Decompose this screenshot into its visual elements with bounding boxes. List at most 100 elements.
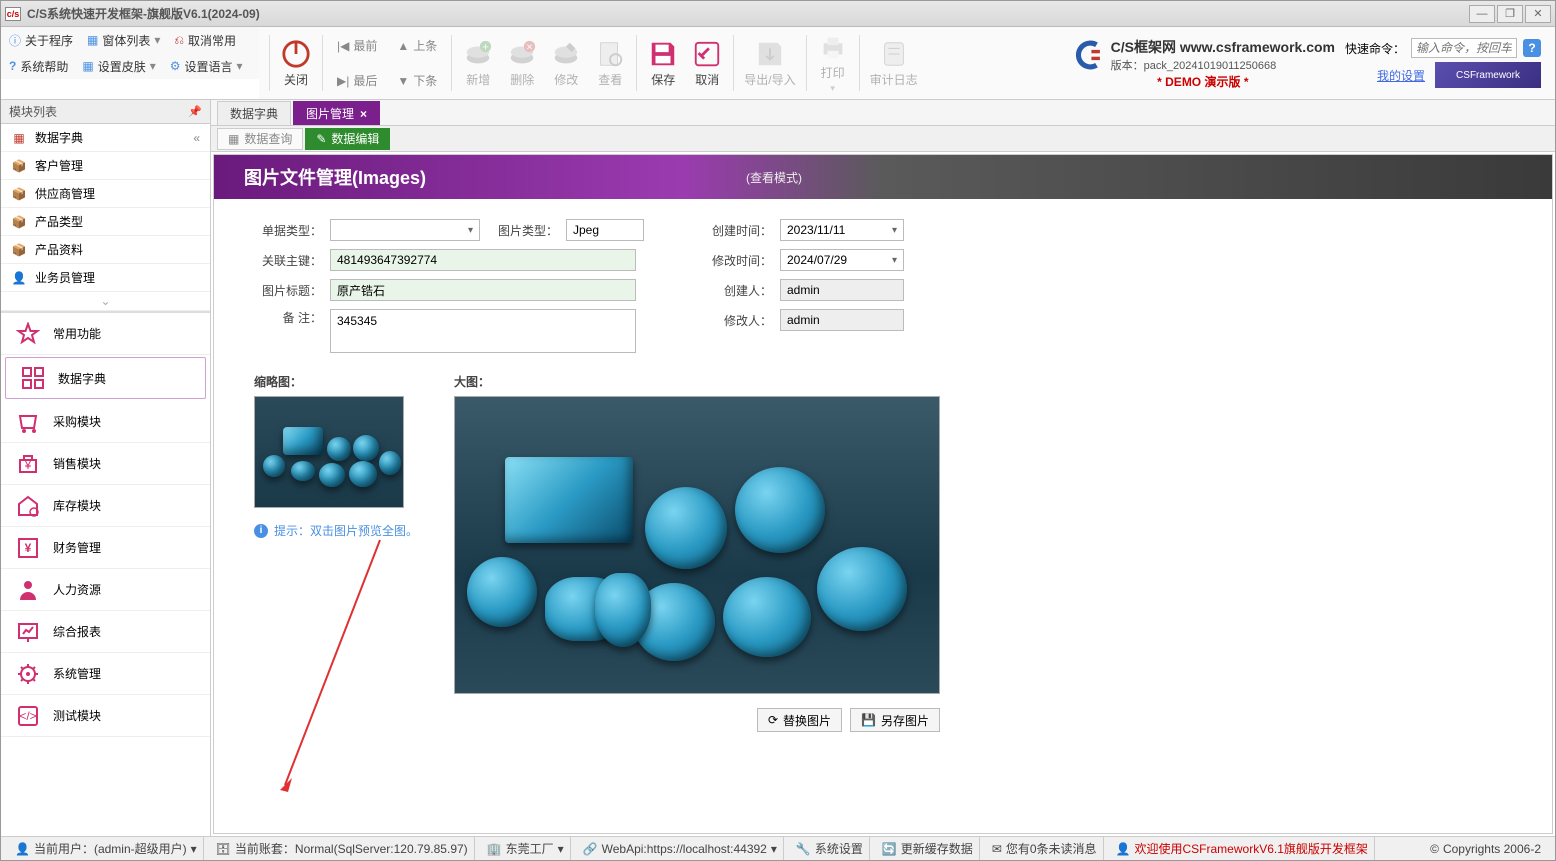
tb-prev: ▲上条 [393,35,441,56]
pin-icon[interactable]: 📌 [188,105,202,118]
sidebar-finance[interactable]: ¥财务管理 [1,527,210,569]
refresh-icon: 🔄 [882,842,897,856]
sidebar-tree-data-dict[interactable]: ▦数据字典 « [1,124,210,152]
menu-cancel-common[interactable]: ⎌取消常用 [174,32,236,49]
hint-text: i提示：双击图片预览全图。 [254,522,424,539]
minimize-button[interactable]: — [1469,5,1495,23]
sidebar-tree-product-type[interactable]: 📦产品类型 [1,208,210,236]
subtab-data-query[interactable]: ▦数据查询 [217,128,303,150]
tb-next: ▼下条 [393,70,441,91]
menu-about[interactable]: ⓘ关于程序 [9,32,73,49]
sidebar-report[interactable]: 综合报表 [1,611,210,653]
svg-text:+: + [482,41,489,53]
big-image-label: 大图： [454,373,940,390]
tb-close[interactable]: 关闭 [274,35,318,92]
status-sys-settings[interactable]: 🔧系统设置 [790,837,870,860]
sidebar-scroll-down[interactable]: ⌄ [1,292,210,311]
tb-modify: 修改 [544,35,588,92]
subtab-data-edit[interactable]: ✎数据编辑 [305,128,390,150]
sidebar-inventory[interactable]: 库存模块 [1,485,210,527]
window-title: C/S系统快速开发框架-旗舰版V6.1(2024-09) [27,5,1469,22]
brand-version: 版本：pack_20241019011250668 [1111,57,1335,73]
svg-text:¥: ¥ [24,458,32,472]
brand-demo-label: * DEMO 演示版 * [1157,73,1248,90]
tab-close-icon[interactable]: × [360,107,367,121]
replace-image-button[interactable]: ⟳替换图片 [757,708,842,732]
status-user: 当前用户：(admin-超级用户) [34,840,187,857]
remark-field[interactable] [330,309,636,353]
brand-logo-icon [1071,38,1105,72]
csframework-badge[interactable]: CSFramework [1435,62,1541,88]
status-factory[interactable]: 🏢东莞工厂▾ [481,837,571,860]
quick-label: 快速命令： [1345,40,1405,57]
menu-sys-help[interactable]: ?系统帮助 [9,58,68,75]
rel-key-field[interactable] [330,249,636,271]
tb-last: ▶|最后 [333,70,381,91]
modify-time-select[interactable]: 2024/07/29▾ [780,249,904,271]
person-icon: 👤 [1116,842,1131,856]
info-icon: i [254,524,268,538]
menu-set-skin[interactable]: ▦设置皮肤▾ [82,58,155,75]
sidebar-tree-staff[interactable]: 👤业务员管理 [1,264,210,292]
create-time-select[interactable]: 2023/11/11▾ [780,219,904,241]
status-copyright: Copyrights 2006-2 [1443,842,1541,856]
tb-add: +新增 [456,35,500,92]
statusbar: 👤当前用户：(admin-超级用户)▾ 🗄当前账套：Normal(SqlServ… [1,836,1555,860]
sidebar: 模块列表📌 ▦数据字典 « 📦客户管理 📦供应商管理 📦产品类型 📦产品资料 👤… [1,100,211,836]
sidebar-tree-product-data[interactable]: 📦产品资料 [1,236,210,264]
mail-icon: ✉ [992,842,1002,856]
status-refresh-cache[interactable]: 🔄更新缓存数据 [876,837,980,860]
sidebar-test[interactable]: </>测试模块 [1,695,210,737]
save-icon: 💾 [861,713,876,727]
tab-image-mgmt[interactable]: 图片管理× [293,101,380,125]
brand-title: C/S框架网 www.csframework.com [1111,37,1335,57]
tab-data-dict[interactable]: 数据字典 [217,101,291,125]
thumbnail-image[interactable] [254,396,404,508]
creator-field [780,279,904,301]
maximize-button[interactable]: ❐ [1497,5,1523,23]
svg-text:×: × [526,41,533,53]
sidebar-data-dict[interactable]: 数据字典 [5,357,206,399]
tb-save[interactable]: 保存 [641,35,685,92]
tb-import-export: 导出/导入 [738,35,801,92]
img-title-field[interactable] [330,279,636,301]
factory-icon: 🏢 [487,842,502,856]
sidebar-common[interactable]: 常用功能 [1,313,210,355]
status-unread[interactable]: ✉您有0条未读消息 [986,837,1104,860]
content-title: 图片文件管理(Images) [244,164,426,190]
svg-text:</>: </> [19,709,36,723]
tb-cancel[interactable]: 取消 [685,35,729,92]
sidebar-sales[interactable]: ¥销售模块 [1,443,210,485]
user-icon: 👤 [15,842,30,856]
img-type-field[interactable] [566,219,644,241]
content-mode: (查看模式) [746,169,802,186]
tb-audit-log: 审计日志 [864,35,924,92]
help-icon[interactable]: ? [1523,39,1541,57]
tb-first: |◀最前 [333,35,381,56]
wrench-icon: 🔧 [796,842,811,856]
modifier-field [780,309,904,331]
thumb-label: 缩略图： [254,373,424,390]
titlebar: c/s C/S系统快速开发框架-旗舰版V6.1(2024-09) — ❐ ✕ [1,1,1555,27]
my-settings-link[interactable]: 我的设置 [1377,67,1425,84]
status-account: 当前账套：Normal(SqlServer:120.79.85.97) [235,840,468,857]
sidebar-tree-customer[interactable]: 📦客户管理 [1,152,210,180]
sidebar-hr[interactable]: 人力资源 [1,569,210,611]
menu-set-lang[interactable]: ⚙设置语言▾ [170,58,243,75]
status-welcome: 欢迎使用CSFrameworkV6.1旗舰版开发框架 [1135,840,1368,857]
bill-type-select[interactable]: ▾ [330,219,480,241]
close-window-button[interactable]: ✕ [1525,5,1551,23]
sidebar-system[interactable]: 系统管理 [1,653,210,695]
copyright-icon: © [1430,842,1439,856]
svg-text:¥: ¥ [25,541,32,555]
quick-command-input[interactable] [1411,38,1517,58]
menu-window-list[interactable]: ▦窗体列表▾ [87,32,160,49]
sidebar-purchase[interactable]: 采购模块 [1,401,210,443]
big-image[interactable] [454,396,940,694]
link-icon: 🔗 [583,842,598,856]
status-webapi[interactable]: 🔗WebApi:https://localhost:44392▾ [577,837,784,860]
brand-block: C/S框架网 www.csframework.com 版本：pack_20241… [1071,37,1335,90]
sidebar-tree-supplier[interactable]: 📦供应商管理 [1,180,210,208]
db-icon: 🗄 [216,842,231,856]
save-as-image-button[interactable]: 💾另存图片 [850,708,940,732]
